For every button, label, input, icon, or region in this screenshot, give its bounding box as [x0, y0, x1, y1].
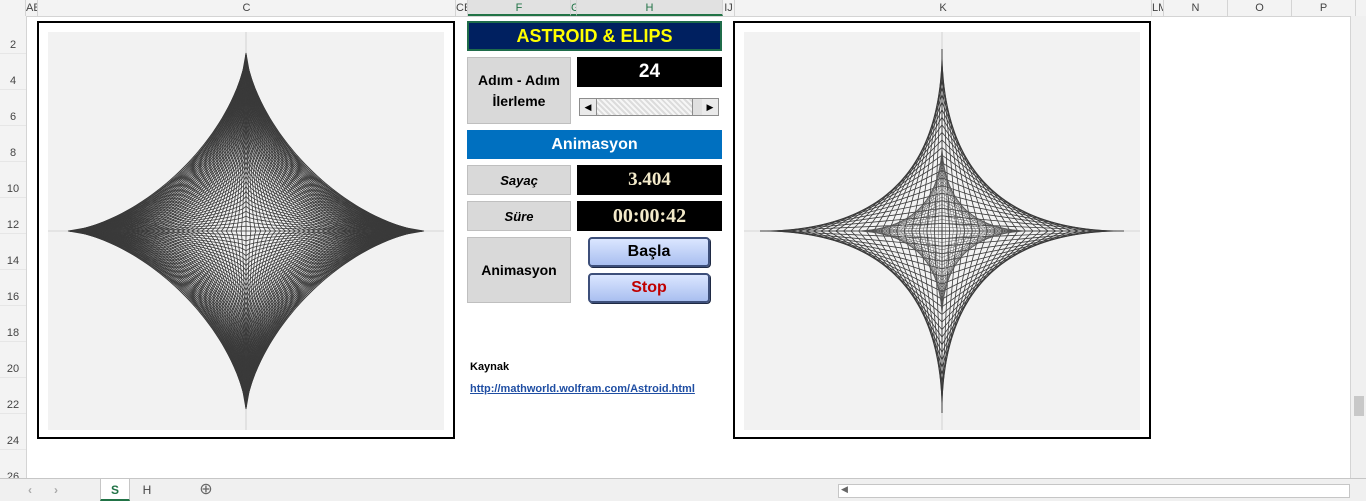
chart-plot-area: [744, 32, 1140, 430]
row-header-22[interactable]: 22: [0, 396, 26, 414]
animation-header: Animasyon: [467, 130, 722, 159]
astroid-line: [843, 230, 943, 315]
tab-scroll-left-icon[interactable]: ‹: [20, 479, 40, 501]
sheet-tab-h[interactable]: H: [132, 479, 162, 501]
row-header-24[interactable]: 24: [0, 432, 26, 450]
column-header-c[interactable]: C: [38, 0, 456, 16]
step-label-text: Adım - Adım İlerleme: [478, 71, 560, 109]
row-header-12[interactable]: 12: [0, 216, 26, 234]
astroid-line: [843, 147, 943, 232]
vertical-scroll-thumb[interactable]: [1354, 396, 1364, 416]
scroll-right-arrow-icon[interactable]: ▶: [702, 99, 718, 115]
sheet-tab-s[interactable]: S: [100, 479, 130, 501]
animation-label: Animasyon: [467, 237, 571, 303]
row-header-8[interactable]: 8: [0, 144, 26, 162]
astroid-line: [941, 147, 1041, 232]
row-header-2[interactable]: 2: [0, 36, 26, 54]
step-scrollbar[interactable]: ◀ ▶: [579, 98, 719, 116]
row-header: 2 4 6 8 10 12 14 16 18 20 22 24 26: [0, 16, 27, 486]
column-header-ce[interactable]: CE: [456, 0, 468, 16]
row-header-16[interactable]: 16: [0, 288, 26, 306]
row-header-4[interactable]: 4: [0, 72, 26, 90]
column-header-h[interactable]: H: [577, 0, 723, 16]
row-header-18[interactable]: 18: [0, 324, 26, 342]
column-header-f[interactable]: F: [468, 0, 571, 16]
astroid-envelope-drawing: [744, 32, 1140, 430]
column-header-lm[interactable]: LM: [1152, 0, 1164, 16]
hscroll-left-arrow-icon[interactable]: ◀: [841, 484, 848, 495]
chart-plot-area: [48, 32, 444, 430]
time-label: Süre: [467, 201, 571, 231]
source-label: Kaynak: [470, 361, 510, 373]
astroid-grid-drawing: [48, 32, 444, 430]
vertical-scrollbar[interactable]: [1350, 16, 1366, 478]
horizontal-scrollbar[interactable]: ◀: [838, 484, 1350, 498]
row-header-20[interactable]: 20: [0, 360, 26, 378]
source-link[interactable]: http://mathworld.wolfram.com/Astroid.htm…: [470, 383, 695, 395]
astroid-line: [941, 230, 1041, 315]
column-header-ae[interactable]: AE: [26, 0, 38, 16]
step-value: 24: [577, 57, 722, 87]
column-header-ij[interactable]: IJ: [723, 0, 735, 16]
column-header-k[interactable]: K: [735, 0, 1152, 16]
counter-value: 3.404: [577, 165, 722, 195]
row-header-6[interactable]: 6: [0, 108, 26, 126]
select-all-corner[interactable]: [0, 0, 26, 16]
row-header-10[interactable]: 10: [0, 180, 26, 198]
stop-button[interactable]: Stop: [588, 273, 710, 303]
astroid-chart-right[interactable]: [733, 21, 1151, 439]
panel-title: ASTROID & ELIPS: [467, 21, 722, 51]
step-label: Adım - Adım İlerleme: [467, 57, 571, 124]
counter-label: Sayaç: [467, 165, 571, 195]
column-header: AE C CE F G H IJ K LM N O P: [0, 0, 1366, 17]
tab-scroll-right-icon[interactable]: ›: [46, 479, 66, 501]
row-header-14[interactable]: 14: [0, 252, 26, 270]
sheet-tab-bar: ‹ › S H ⊕ ◀: [0, 478, 1366, 501]
astroid-chart-left[interactable]: [37, 21, 455, 439]
scroll-left-arrow-icon[interactable]: ◀: [580, 99, 597, 115]
start-button[interactable]: Başla: [588, 237, 710, 267]
column-header-o[interactable]: O: [1228, 0, 1292, 16]
add-sheet-icon[interactable]: ⊕: [196, 479, 216, 501]
column-header-n[interactable]: N: [1164, 0, 1228, 16]
column-header-p[interactable]: P: [1292, 0, 1356, 16]
time-value: 00:00:42: [577, 201, 722, 231]
